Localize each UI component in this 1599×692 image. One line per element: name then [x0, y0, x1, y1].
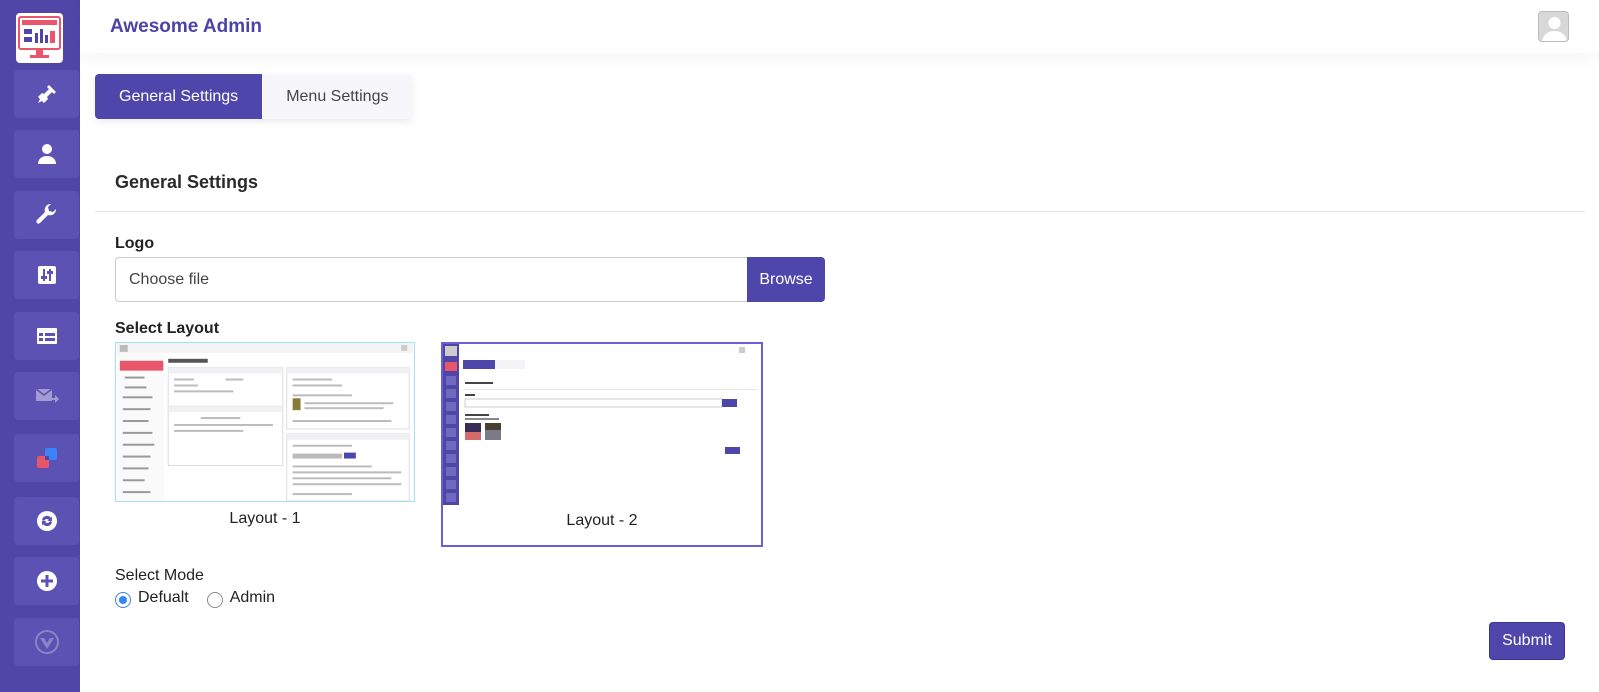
brand-title[interactable]: Awesome Admin: [110, 16, 262, 38]
layout-option-2[interactable]: Layout - 2: [441, 342, 763, 547]
mode-default-radio[interactable]: [115, 592, 131, 608]
puzzle-icon[interactable]: [14, 434, 79, 482]
sidebar: [0, 0, 80, 692]
plus-circle-icon[interactable]: [14, 557, 79, 605]
app-logo[interactable]: [16, 13, 63, 63]
mode-radio-group: Defualt Admin: [115, 589, 275, 608]
plug-icon[interactable]: [14, 70, 79, 118]
layout-1-thumbnail: [115, 342, 415, 502]
layout-2-label: Layout - 2: [566, 512, 638, 529]
user-icon[interactable]: [14, 130, 79, 178]
mode-admin-label[interactable]: Admin: [230, 589, 275, 607]
avatar[interactable]: [1538, 11, 1569, 42]
section-title: General Settings: [115, 172, 259, 192]
layout-1-label: Layout - 1: [229, 510, 301, 527]
layout-2-thumbnail: [443, 344, 761, 505]
divider: [95, 211, 1585, 212]
top-header: Awesome Admin: [80, 0, 1599, 53]
layout-option-1[interactable]: Layout - 1: [115, 342, 415, 532]
table-icon[interactable]: [14, 312, 79, 360]
mail-forward-icon[interactable]: [14, 372, 79, 420]
logo-file-input[interactable]: Choose file: [115, 257, 747, 302]
browse-button[interactable]: Browse: [747, 257, 825, 302]
vuejs-icon[interactable]: [14, 618, 79, 666]
logo-file-input-group: Choose file Browse: [115, 257, 825, 302]
tab-menu-settings[interactable]: Menu Settings: [262, 74, 412, 119]
submit-button[interactable]: Submit: [1489, 622, 1565, 660]
sliders-icon[interactable]: [14, 251, 79, 299]
logo-label: Logo: [115, 235, 155, 252]
mode-label: Select Mode: [115, 567, 204, 584]
mode-admin-radio[interactable]: [206, 592, 223, 608]
tab-general-settings[interactable]: General Settings: [95, 74, 263, 119]
layout-label: Select Layout: [115, 320, 220, 337]
mode-default-label[interactable]: Defualt: [138, 589, 189, 607]
settings-tabs: General Settings Menu Settings: [95, 74, 413, 119]
sync-icon[interactable]: [14, 497, 79, 545]
wrench-icon[interactable]: [14, 191, 79, 239]
